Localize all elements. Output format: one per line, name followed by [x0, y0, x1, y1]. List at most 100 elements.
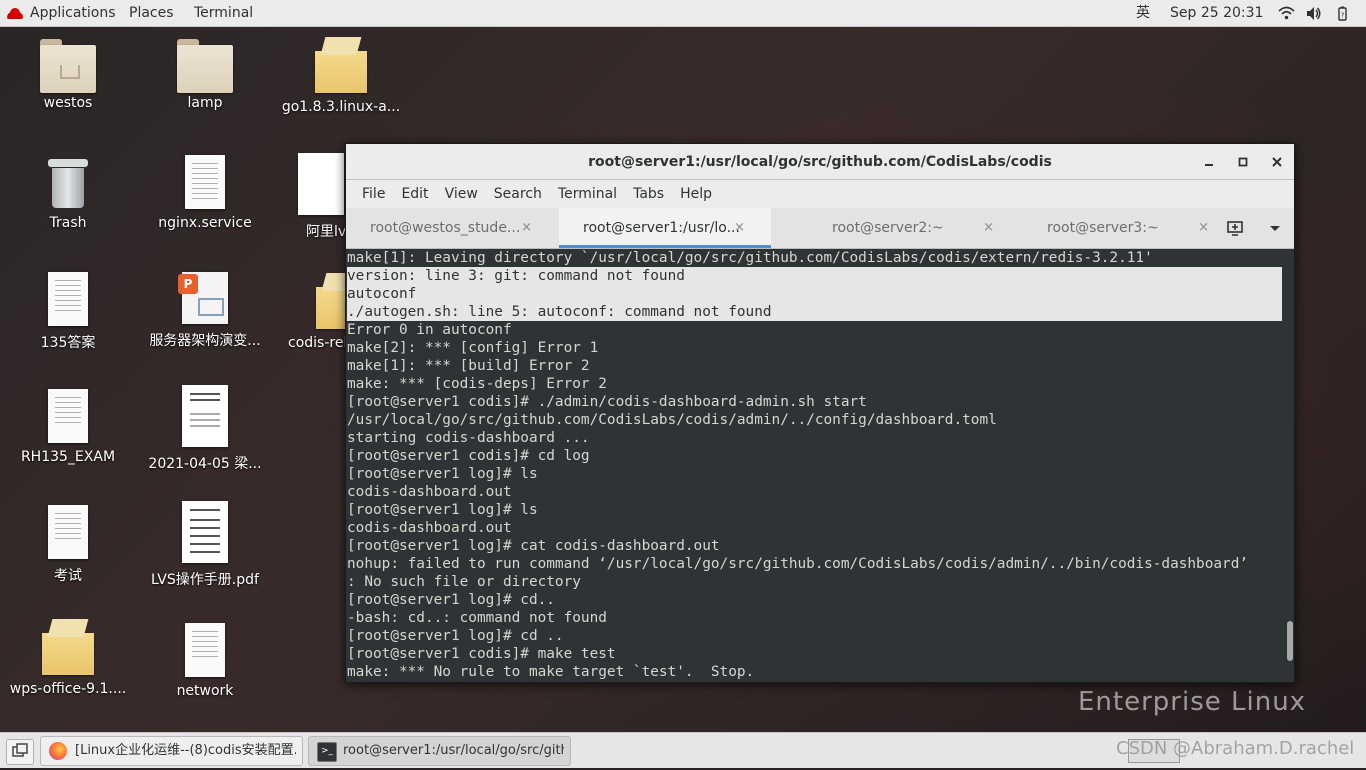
terminal-line: [root@server1 codis]# ./admin/codis-dash…	[347, 394, 867, 410]
terminal-line: [root@server1 codis]# make test	[347, 646, 616, 662]
desktop-icon-label: 服务器架构演变...	[149, 333, 261, 349]
desktop-icon-label: RH135_EXAM	[20, 449, 116, 465]
terminal-line: version: line 3: git: command not found	[347, 267, 1282, 285]
terminal-window[interactable]: root@server1:/usr/local/go/src/github.co…	[345, 143, 1295, 683]
desktop-icon-label: Trash	[49, 215, 87, 231]
desktop-icon-westos[interactable]: westos	[3, 39, 133, 111]
taskbar-item-label: root@server1:/usr/local/go/src/gith...	[343, 743, 564, 758]
terminal-line: make[2]: *** [config] Error 1	[347, 340, 599, 356]
terminal-app-menu[interactable]: Terminal	[194, 0, 253, 27]
archive-icon	[315, 37, 367, 93]
archive-icon	[42, 619, 94, 675]
terminal-line: make[1]: *** [build] Error 2	[347, 358, 590, 374]
taskbar-item-label: [Linux企业化运维--(8)codis安装配置...	[75, 743, 296, 758]
desktop-icon-label: LVS操作手册.pdf	[151, 572, 259, 588]
trash-icon	[48, 159, 88, 209]
home-folder-icon	[40, 39, 96, 93]
firefox-icon	[49, 742, 67, 760]
tab-westos-student[interactable]: root@westos_stude... ×	[346, 208, 558, 248]
desktop-icon-135-answers[interactable]: 135答案	[3, 272, 133, 352]
desktop-icon-nginx-service[interactable]: nginx.service	[140, 155, 270, 231]
tab-server2[interactable]: root@server2:~ ×	[808, 208, 1020, 248]
pdf-file-icon	[182, 501, 228, 563]
desktop-icon-2021-04-05-doc[interactable]: 2021-04-05 梁...	[140, 385, 270, 473]
text-file-icon	[185, 623, 225, 677]
tab-close-icon[interactable]: ×	[521, 208, 532, 248]
window-title: root@server1:/usr/local/go/src/github.co…	[588, 154, 1052, 170]
desktop-icon-label: 考试	[54, 568, 82, 584]
menu-tabs[interactable]: Tabs	[625, 180, 672, 208]
menu-help[interactable]: Help	[672, 180, 720, 208]
places-menu[interactable]: Places	[129, 0, 174, 27]
scrollbar-thumb[interactable]	[1287, 621, 1293, 661]
tab-close-icon[interactable]: ×	[1198, 208, 1209, 248]
minimize-button[interactable]	[1200, 153, 1218, 171]
desktop-icon-label: go1.8.3.linux-a...	[281, 99, 401, 115]
applications-menu[interactable]: Applications	[6, 0, 116, 27]
tab-close-icon[interactable]: ×	[983, 208, 994, 248]
wifi-icon[interactable]	[1278, 5, 1295, 22]
desktop-icon-label: wps-office-9.1....	[9, 681, 127, 697]
taskbar-item-terminal[interactable]: >_ root@server1:/usr/local/go/src/gith..…	[308, 736, 571, 766]
document-icon	[182, 385, 228, 447]
desktop-icon-lvs-manual-pdf[interactable]: LVS操作手册.pdf	[140, 501, 270, 589]
terminal-line: make: *** No rule to make target `test'.…	[347, 664, 755, 680]
desktop-icon-wps-office[interactable]: wps-office-9.1....	[3, 619, 133, 697]
terminal-scrollbar[interactable]	[1282, 249, 1294, 682]
desktop-icon-go-archive[interactable]: go1.8.3.linux-a...	[276, 37, 406, 115]
terminal-line: [root@server1 log]# cd ..	[347, 628, 564, 644]
desktop-icon-lamp[interactable]: lamp	[140, 39, 270, 111]
taskbar-item-firefox[interactable]: [Linux企业化运维--(8)codis安装配置...	[40, 736, 303, 766]
input-method-indicator[interactable]: 英	[1136, 0, 1150, 27]
bottom-panel: [Linux企业化运维--(8)codis安装配置... >_ root@ser…	[0, 732, 1366, 768]
tab-label: root@server2:~	[832, 220, 944, 236]
volume-icon[interactable]	[1305, 5, 1322, 22]
desktop-icon-label: network	[176, 683, 234, 699]
terminal-output[interactable]: make[1]: Leaving directory `/usr/local/g…	[346, 249, 1282, 682]
tab-server1[interactable]: root@server1:/usr/lo... ×	[559, 208, 771, 248]
wps-presentation-icon: P	[178, 272, 228, 324]
terminal-line: make[1]: Leaving directory `/usr/local/g…	[347, 250, 1153, 266]
terminal-line: nohup: failed to run command ‘/usr/local…	[347, 556, 1249, 572]
desktop-icon-rh135-exam[interactable]: RH135_EXAM	[3, 389, 133, 465]
clock[interactable]: Sep 25 20:31	[1170, 0, 1263, 27]
chevron-down-icon[interactable]	[1266, 219, 1284, 237]
svg-text:?: ?	[1341, 12, 1345, 20]
desktop-icon-network[interactable]: network	[140, 623, 270, 699]
desktop-icon-label: westos	[43, 95, 93, 111]
new-tab-icon[interactable]	[1226, 219, 1244, 237]
desktop-icon-image[interactable]: 阿里lv	[260, 153, 350, 241]
tab-close-icon[interactable]: ×	[734, 208, 745, 248]
terminal-line: : No such file or directory	[347, 574, 581, 590]
menu-edit[interactable]: Edit	[393, 180, 436, 208]
menu-terminal[interactable]: Terminal	[550, 180, 625, 208]
top-panel: Applications Places Terminal 英 Sep 25 20…	[0, 0, 1366, 27]
desktop-icon-trash[interactable]: Trash	[3, 159, 133, 231]
close-button[interactable]	[1268, 153, 1286, 171]
menu-search[interactable]: Search	[486, 180, 550, 208]
menu-file[interactable]: File	[354, 180, 393, 208]
text-file-icon	[48, 272, 88, 326]
menu-view[interactable]: View	[437, 180, 486, 208]
desktop-icon-label: lamp	[187, 95, 223, 111]
desktop-icon-server-architecture[interactable]: P 服务器架构演变...	[140, 272, 270, 350]
tab-server3[interactable]: root@server3:~ ×	[1023, 208, 1235, 248]
desktop-icon-label: codis-rel	[288, 335, 346, 351]
csdn-watermark: CSDN @Abraham.D.rachel	[1116, 738, 1355, 759]
terminal-line: starting codis-dashboard ...	[347, 430, 590, 446]
terminal-line: make: *** [codis-deps] Error 2	[347, 376, 607, 392]
terminal-line: codis-dashboard.out	[347, 520, 512, 536]
desktop-icon-label: 2021-04-05 梁...	[148, 456, 262, 472]
text-file-icon	[48, 389, 88, 443]
text-file-icon	[48, 505, 88, 559]
terminal-menubar: File Edit View Search Terminal Tabs Help	[346, 180, 1294, 208]
text-file-icon	[185, 155, 225, 209]
desktop-icon-exam[interactable]: 考试	[3, 505, 133, 585]
tab-label: root@server3:~	[1047, 220, 1159, 236]
battery-icon[interactable]: ?	[1334, 5, 1351, 22]
terminal-titlebar[interactable]: root@server1:/usr/local/go/src/github.co…	[346, 144, 1294, 180]
maximize-button[interactable]	[1234, 153, 1252, 171]
show-desktop-icon[interactable]	[6, 739, 34, 765]
desktop-icon-codis-release[interactable]: codis-rel	[276, 273, 368, 351]
terminal-line: /usr/local/go/src/github.com/CodisLabs/c…	[347, 412, 997, 428]
